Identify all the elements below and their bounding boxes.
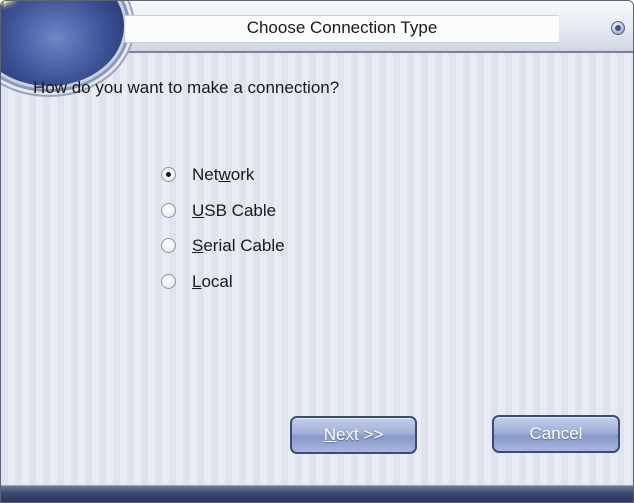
- orb-core: [1, 1, 16, 3]
- radio-button-icon[interactable]: [161, 274, 176, 289]
- option-network[interactable]: Network: [161, 163, 361, 187]
- next-button[interactable]: Next >>: [290, 416, 417, 454]
- next-button-label: ext >>: [336, 425, 384, 444]
- window-bottom-border: [1, 485, 633, 502]
- dialog-window: Choose Connection Type How do you want t…: [0, 0, 634, 503]
- option-local-label: Local: [192, 272, 233, 291]
- option-serial-cable[interactable]: Serial Cable: [161, 234, 361, 258]
- radio-button-icon[interactable]: [161, 167, 176, 182]
- option-usb-cable[interactable]: USB Cable: [161, 199, 361, 223]
- option-network-label: Network: [192, 165, 255, 184]
- cancel-button[interactable]: Cancel: [492, 415, 620, 453]
- radio-button-icon[interactable]: [161, 238, 176, 253]
- window-title: Choose Connection Type: [246, 18, 438, 37]
- sun-orb-icon[interactable]: [1, 1, 127, 89]
- option-local[interactable]: Local: [161, 270, 361, 294]
- option-serial-cable-label: Serial Cable: [192, 236, 285, 255]
- option-usb-cable-label: USB Cable: [192, 201, 277, 220]
- next-access-key: N: [323, 425, 336, 444]
- title-bar[interactable]: Choose Connection Type: [1, 1, 633, 89]
- connection-question: How do you want to make a connection?: [33, 78, 340, 97]
- radio-button-icon[interactable]: [161, 203, 176, 218]
- window-menu-icon[interactable]: [611, 21, 625, 35]
- orb-ray-vertical: [4, 1, 6, 10]
